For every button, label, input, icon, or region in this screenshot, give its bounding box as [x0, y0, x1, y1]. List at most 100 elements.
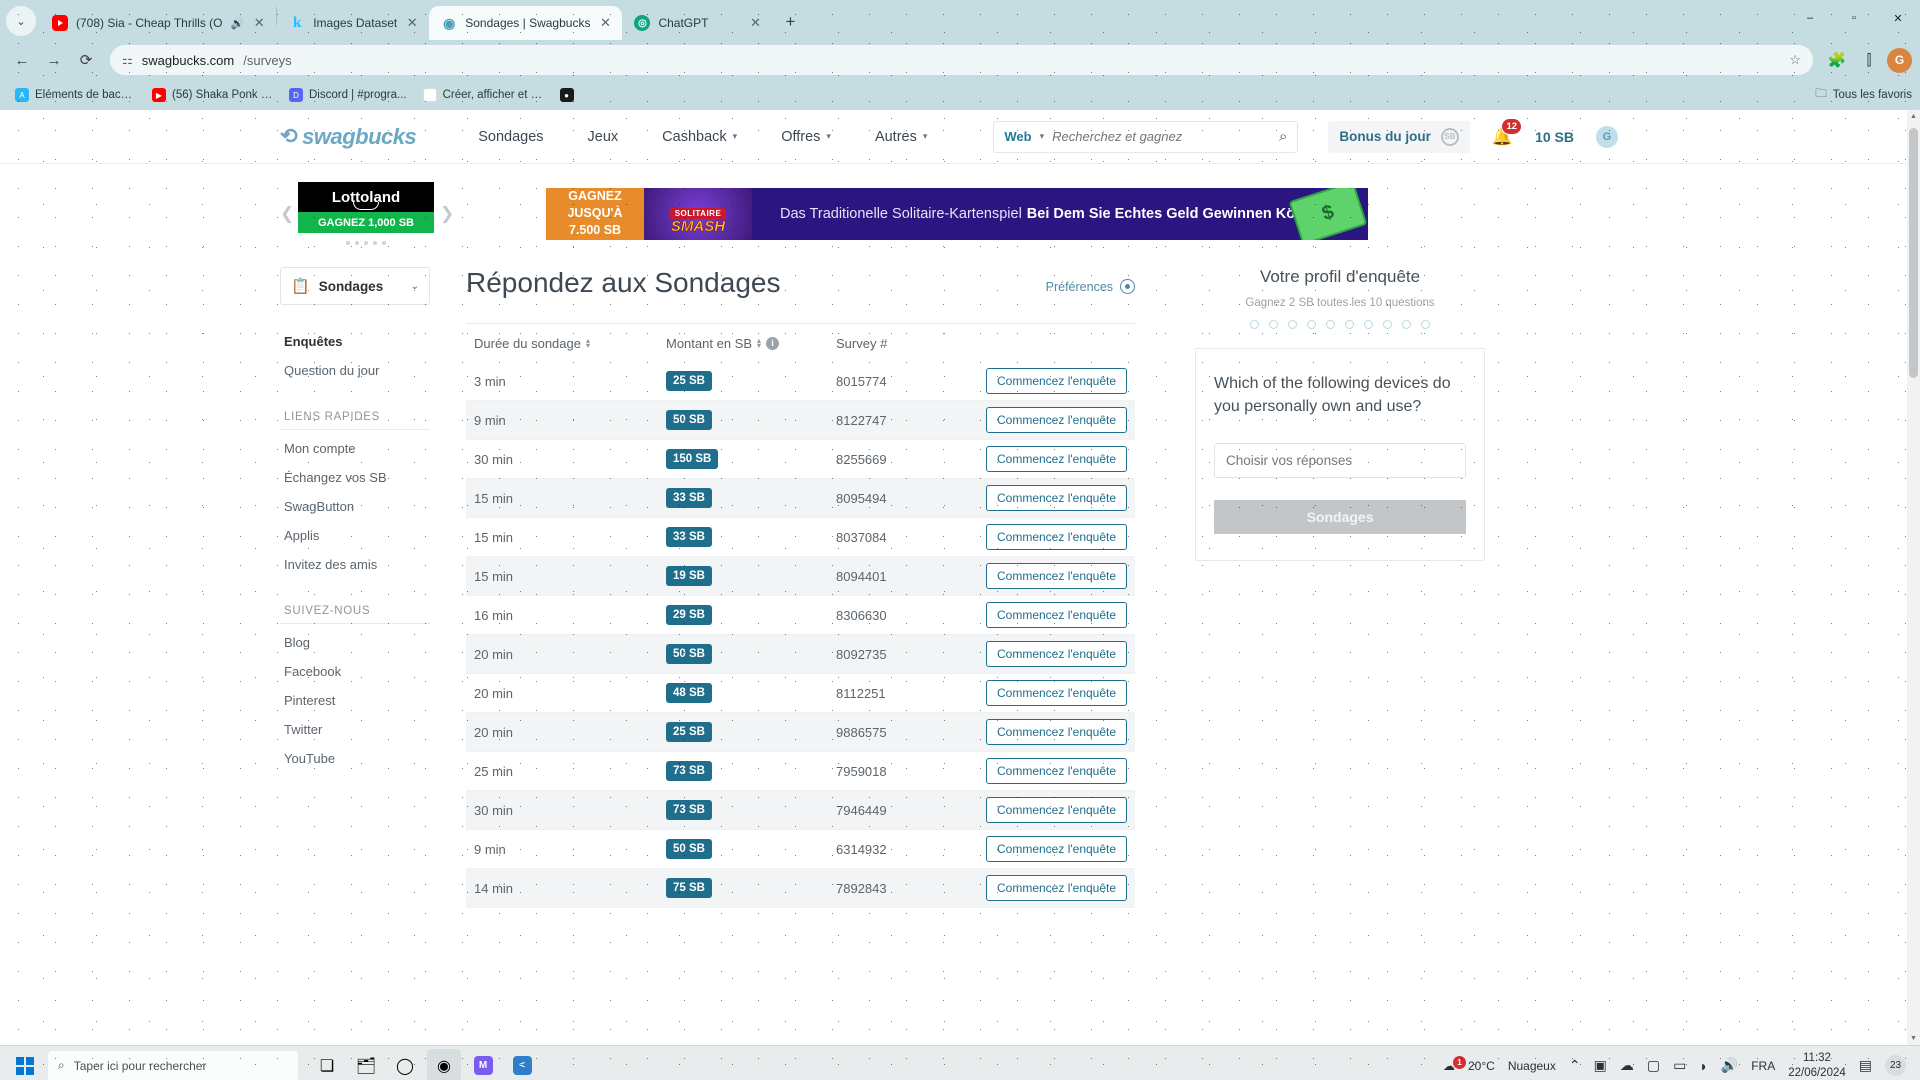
daily-bonus-button[interactable]: Bonus du jour SB [1328, 120, 1470, 153]
page-scrollbar[interactable]: ▲ ▼ [1907, 110, 1920, 1045]
carousel-dots[interactable] [298, 241, 434, 245]
start-survey-button[interactable]: Commencez l'enquête [986, 758, 1128, 784]
back-arrow-icon[interactable]: ← [8, 46, 36, 74]
clock[interactable]: 11:32 22/06/2024 [1788, 1051, 1846, 1080]
sidebar-item-swagbutton[interactable]: SwagButton [280, 492, 430, 521]
carousel-dot[interactable] [364, 241, 368, 245]
close-window-button[interactable]: ✕ [1876, 0, 1920, 36]
bookmark-item[interactable]: ▶ (56) Shaka Ponk - l'... [145, 85, 280, 105]
sidebar-item-enquetes[interactable]: Enquêtes [280, 327, 430, 356]
column-header-amount[interactable]: Montant en SB ▴ ▾ i [666, 336, 836, 351]
avatar[interactable]: G [1595, 125, 1618, 148]
chrome-icon[interactable]: ◉ [427, 1048, 461, 1080]
bookmark-item[interactable]: ● [553, 85, 581, 105]
start-button[interactable] [6, 1049, 44, 1080]
start-survey-button[interactable]: Commencez l'enquête [986, 641, 1128, 667]
tab-search-button[interactable]: ⌄ [6, 6, 36, 36]
sb-balance[interactable]: 10 SB [1535, 129, 1574, 145]
display-icon[interactable]: ▢ [1647, 1057, 1660, 1074]
scroll-down-arrow-icon[interactable]: ▼ [1910, 1035, 1917, 1042]
address-bar[interactable]: ⚏ swagbucks.com/surveys ☆ [110, 45, 1813, 75]
carousel-dot[interactable] [355, 241, 359, 245]
sidebar-category-selector[interactable]: 📋 Sondages ⌄ [280, 267, 430, 305]
vscode-icon[interactable]: < [505, 1049, 539, 1080]
column-header-duration[interactable]: Durée du sondage ▴ ▾ [466, 336, 666, 351]
tab-close-icon[interactable]: ✕ [598, 15, 612, 31]
sort-icon[interactable]: ▴ ▾ [586, 337, 590, 350]
scroll-up-arrow-icon[interactable]: ▲ [1910, 113, 1917, 120]
start-survey-button[interactable]: Commencez l'enquête [986, 602, 1128, 628]
carousel-dot[interactable] [346, 241, 350, 245]
browser-tab[interactable]: ◎ ChatGPT ✕ [622, 6, 772, 40]
sort-icon[interactable]: ▴ ▾ [757, 337, 761, 350]
start-survey-button[interactable]: Commencez l'enquête [986, 524, 1128, 550]
start-survey-button[interactable]: Commencez l'enquête [986, 446, 1128, 472]
antivirus-icon[interactable]: ◯ [388, 1049, 422, 1080]
tab-close-icon[interactable]: ✕ [252, 15, 266, 31]
maximize-button[interactable]: ▫ [1832, 0, 1876, 36]
notification-count[interactable]: 23 [1885, 1055, 1906, 1076]
file-explorer-icon[interactable]: 🗂 [349, 1049, 383, 1080]
carousel-dot[interactable] [373, 241, 377, 245]
bookmark-item[interactable]: G Créer, afficher et m... [416, 85, 551, 105]
browser-tab[interactable]: (708) Sia - Cheap Thrills (O 🔊 ✕ [40, 6, 276, 40]
minimize-button[interactable]: – [1788, 0, 1832, 36]
profile-avatar[interactable]: G [1887, 47, 1912, 73]
start-survey-button[interactable]: Commencez l'enquête [986, 680, 1128, 706]
start-survey-button[interactable]: Commencez l'enquête [986, 485, 1128, 511]
language-indicator[interactable]: FRA [1751, 1059, 1775, 1073]
sidebar-item-applis[interactable]: Applis [280, 521, 430, 550]
site-settings-icon[interactable]: ⚏ [122, 53, 133, 67]
search-scope-label[interactable]: Web [1004, 129, 1031, 144]
sidebar-item-question-du-jour[interactable]: Question du jour [280, 356, 430, 385]
sidebar-item-facebook[interactable]: Facebook [280, 657, 430, 686]
carousel-dot[interactable] [382, 241, 386, 245]
nav-item-offres[interactable]: Offres ▾ [781, 129, 831, 145]
preferences-button[interactable]: Préférences [1046, 279, 1136, 299]
sidebar-item-blog[interactable]: Blog [280, 628, 430, 657]
carousel-card[interactable]: Lottoland GAGNEZ 1,000 SB [298, 182, 434, 245]
tab-close-icon[interactable]: ✕ [748, 15, 762, 31]
start-survey-button[interactable]: Commencez l'enquête [986, 797, 1128, 823]
wifi-icon[interactable]: ◗ [1699, 1058, 1707, 1074]
forward-arrow-icon[interactable]: → [40, 46, 68, 74]
webcam-icon[interactable]: ▣ [1594, 1057, 1607, 1074]
bookmark-star-icon[interactable]: ☆ [1789, 52, 1801, 68]
start-survey-button[interactable]: Commencez l'enquête [986, 407, 1128, 433]
onedrive-icon[interactable]: ☁ [1620, 1057, 1634, 1074]
magnifier-icon[interactable]: ⌕ [1279, 128, 1287, 145]
browser-tab[interactable]: k Images Dataset ✕ [277, 6, 429, 40]
answers-select[interactable]: Choisir vos réponses [1214, 443, 1467, 479]
sidebar-item-twitter[interactable]: Twitter [280, 715, 430, 744]
chevron-right-icon[interactable]: ❯ [440, 204, 454, 224]
bookmark-item[interactable]: A Éléments de backlog [8, 85, 143, 105]
chevron-down-icon[interactable]: ▾ [1040, 131, 1045, 142]
taskbar-search-box[interactable]: ⌕ Taper ici pour rechercher [48, 1050, 298, 1080]
notifications-button[interactable]: 🔔 12 [1492, 117, 1523, 147]
nav-item-sondages[interactable]: Sondages [478, 129, 543, 145]
messenger-icon[interactable]: M [466, 1049, 500, 1080]
notification-icon[interactable]: ▤ [1859, 1057, 1872, 1074]
battery-icon[interactable]: ▭ [1673, 1057, 1686, 1074]
task-view-icon[interactable]: ❏ [310, 1049, 344, 1080]
tab-audio-icon[interactable]: 🔊 [231, 17, 245, 30]
search-input[interactable] [1052, 129, 1271, 144]
volume-icon[interactable]: 🔊 [1721, 1057, 1738, 1074]
start-survey-button[interactable]: Commencez l'enquête [986, 719, 1128, 745]
start-survey-button[interactable]: Commencez l'enquête [986, 836, 1128, 862]
new-tab-button[interactable]: + [776, 8, 804, 36]
weather-widget[interactable]: ☁ 1 [1443, 1055, 1466, 1073]
bookmark-item[interactable]: D Discord | #progra... [282, 85, 414, 105]
profile-submit-button[interactable]: Sondages [1214, 500, 1467, 535]
start-survey-button[interactable]: Commencez l'enquête [986, 563, 1128, 589]
advertisement-banner[interactable]: GAGNEZ JUSQU'À 7.500 SB SOLITAIRE SMASH … [546, 187, 1368, 240]
nav-item-autres[interactable]: Autres ▾ [875, 129, 927, 145]
scrollbar-thumb[interactable] [1909, 128, 1918, 378]
site-search-bar[interactable]: Web ▾ ⌕ [993, 120, 1299, 153]
sidebar-item-mon-compte[interactable]: Mon compte [280, 434, 430, 463]
chevron-up-icon[interactable]: ⌃ [1569, 1057, 1581, 1074]
browser-tab-active[interactable]: ◉ Sondages | Swagbucks ✕ [429, 6, 623, 40]
start-survey-button[interactable]: Commencez l'enquête [986, 875, 1128, 901]
sidebar-item-pinterest[interactable]: Pinterest [280, 686, 430, 715]
nav-item-jeux[interactable]: Jeux [588, 129, 619, 145]
